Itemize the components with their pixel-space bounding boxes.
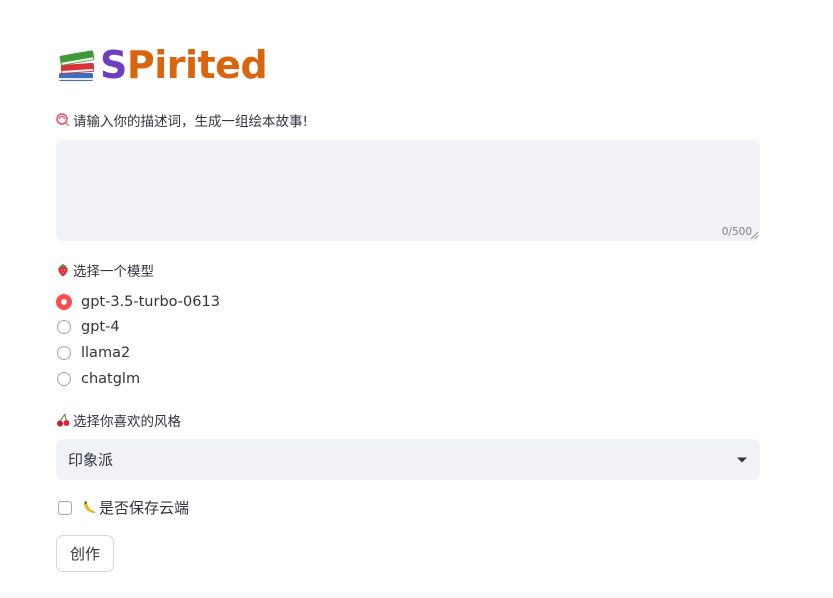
title-rest: Pirited bbox=[126, 43, 268, 87]
save-cloud-label: 是否保存云端 bbox=[99, 499, 190, 517]
radio-label: gpt-4 bbox=[81, 319, 120, 335]
save-cloud-checkbox[interactable] bbox=[58, 500, 72, 515]
prompt-textarea[interactable] bbox=[56, 140, 760, 241]
radio-option-gpt-3-5-turbo-0613[interactable]: gpt-3.5-turbo-0613 bbox=[56, 294, 220, 310]
model-label-text: 选择一个模型 bbox=[73, 264, 154, 280]
radio-checked-icon[interactable] bbox=[56, 294, 72, 310]
prompt-label-text: 请输入你的描述词，生成一组绘本故事! bbox=[73, 114, 308, 130]
radio-label: chatglm bbox=[81, 371, 141, 387]
style-label-text: 选择你喜欢的风格 bbox=[73, 414, 181, 430]
radio-option-chatglm[interactable]: chatglm bbox=[57, 371, 140, 387]
bottom-divider bbox=[0, 590, 833, 598]
banana-icon bbox=[83, 501, 96, 513]
style-select-value: 印象派 bbox=[68, 451, 114, 469]
radio-unchecked-icon[interactable] bbox=[57, 320, 71, 334]
prompt-textarea-container: 0/500 bbox=[56, 140, 760, 241]
style-select[interactable]: 印象派 bbox=[56, 439, 760, 480]
radio-unchecked-icon[interactable] bbox=[57, 372, 71, 386]
radio-label: gpt-3.5-turbo-0613 bbox=[81, 294, 220, 310]
radio-option-llama2[interactable]: llama2 bbox=[57, 345, 130, 361]
lollipop-icon bbox=[56, 113, 70, 127]
resize-handle-icon[interactable] bbox=[751, 232, 758, 239]
books-icon bbox=[59, 50, 95, 81]
app-page: SPirited 请输入你的描述词，生成一组绘本故事! 0/500 选择一个模型… bbox=[0, 0, 833, 598]
style-label: 选择你喜欢的风格 bbox=[56, 410, 181, 430]
save-cloud-checkbox-row[interactable]: 是否保存云端 bbox=[58, 497, 189, 518]
app-title: SPirited bbox=[56, 42, 268, 88]
radio-option-gpt-4[interactable]: gpt-4 bbox=[57, 319, 120, 335]
title-letter-s: S bbox=[100, 43, 127, 87]
cherries-icon bbox=[57, 413, 70, 427]
char-count: 0/500 bbox=[721, 226, 752, 238]
prompt-label: 请输入你的描述词，生成一组绘本故事! bbox=[56, 110, 308, 130]
radio-unchecked-icon[interactable] bbox=[57, 346, 71, 360]
create-button[interactable]: 创作 bbox=[56, 535, 114, 572]
radio-label: llama2 bbox=[81, 345, 131, 361]
strawberry-icon bbox=[58, 264, 68, 277]
chevron-down-icon[interactable] bbox=[736, 456, 748, 464]
model-label: 选择一个模型 bbox=[56, 260, 154, 280]
